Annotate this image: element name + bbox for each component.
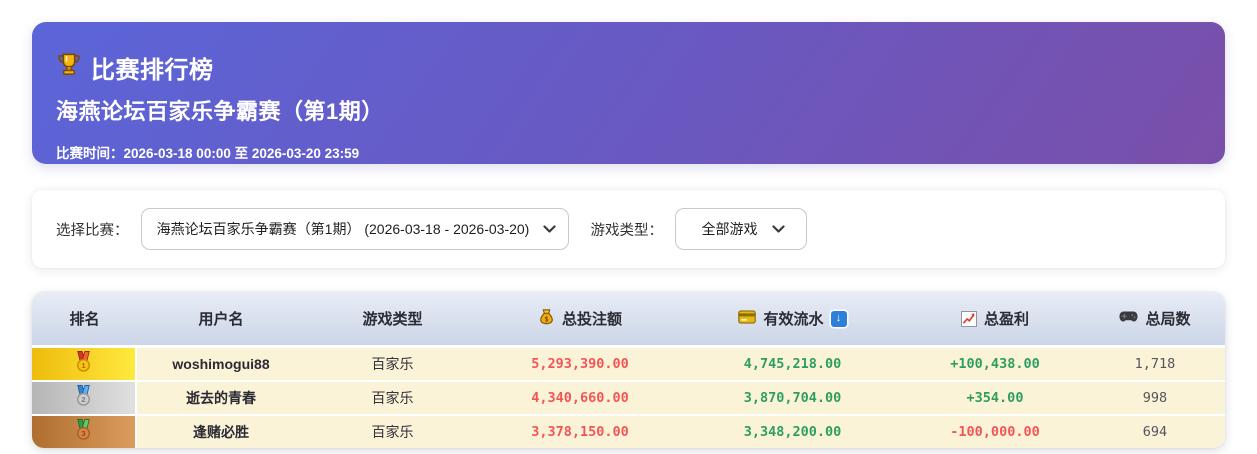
banner-title-row: 比赛排行榜 xyxy=(56,50,1197,85)
username-cell: 逝去的青春 xyxy=(137,382,305,414)
column-header-total-bet: $ 总投注额 xyxy=(480,308,680,329)
game-type-cell: 百家乐 xyxy=(305,382,480,414)
total-profit-cell: -100,000.00 xyxy=(905,416,1085,448)
table-row: 2 逝去的青春 百家乐 4,340,660.00 3,870,704.00 +3… xyxy=(32,382,1225,414)
column-header-total-rounds: 总局数 xyxy=(1085,308,1225,329)
rank-cell-1: 1 xyxy=(32,348,137,380)
silver-medal-icon: 2 xyxy=(72,384,95,412)
competition-select-label: 选择比赛： xyxy=(56,222,129,239)
competition-name: 海燕论坛百家乐争霸赛（第1期） xyxy=(56,99,384,124)
table-body: 1 woshimogui88 百家乐 5,293,390.00 4,745,21… xyxy=(32,345,1225,448)
total-profit-cell: +354.00 xyxy=(905,382,1085,414)
credit-card-icon xyxy=(738,309,757,328)
page-title: 比赛排行榜 xyxy=(91,57,214,84)
rank-cell-3: 3 xyxy=(32,416,137,448)
username-cell: woshimogui88 xyxy=(137,348,305,380)
username-cell: 逢赌必胜 xyxy=(137,416,305,448)
column-label: 用户名 xyxy=(198,311,244,328)
svg-text:3: 3 xyxy=(81,429,85,438)
svg-text:1: 1 xyxy=(81,361,86,370)
total-rounds-cell: 1,718 xyxy=(1085,348,1225,380)
competition-time: 比赛时间：2026-03-18 00:00 至 2026-03-20 23:59 xyxy=(56,142,1197,162)
column-header-game-type: 游戏类型 xyxy=(305,308,480,329)
trophy-icon xyxy=(56,51,82,84)
total-bet-cell: 5,293,390.00 xyxy=(480,348,680,380)
competition-select[interactable]: 海燕论坛百家乐争霸赛（第1期） (2026-03-18 - 2026-03-20… xyxy=(140,208,569,250)
column-label: 总盈利 xyxy=(983,311,1029,328)
table-header-row: 排名 用户名 游戏类型 $ 总投注额 有效流水 ↓ 总盈利 总局数 xyxy=(32,292,1225,345)
gold-medal-icon: 1 xyxy=(72,350,95,378)
competition-select-value: 海燕论坛百家乐争霸赛（第1期） (2026-03-18 - 2026-03-20… xyxy=(156,221,530,237)
table-row: 1 woshimogui88 百家乐 5,293,390.00 4,745,21… xyxy=(32,348,1225,380)
valid-turnover-cell: 4,745,218.00 xyxy=(680,348,905,380)
competition-banner: 比赛排行榜 海燕论坛百家乐争霸赛（第1期） 比赛时间：2026-03-18 00… xyxy=(32,22,1225,164)
total-bet-cell: 4,340,660.00 xyxy=(480,382,680,414)
game-type-select-label: 游戏类型： xyxy=(590,222,664,239)
total-bet-cell: 3,378,150.00 xyxy=(480,416,680,448)
svg-text:$: $ xyxy=(544,315,548,324)
sort-descending-icon[interactable]: ↓ xyxy=(830,310,847,327)
money-bag-icon: $ xyxy=(538,308,555,329)
svg-text:2: 2 xyxy=(81,395,85,404)
filter-bar: 选择比赛： 海燕论坛百家乐争霸赛（第1期） (2026-03-18 - 2026… xyxy=(32,190,1225,268)
table-row: 3 逢赌必胜 百家乐 3,378,150.00 3,348,200.00 -10… xyxy=(32,416,1225,448)
valid-turnover-cell: 3,870,704.00 xyxy=(680,382,905,414)
column-label: 有效流水 xyxy=(763,311,824,328)
chart-up-icon xyxy=(960,310,977,327)
column-label: 总局数 xyxy=(1145,311,1191,328)
rank-cell-2: 2 xyxy=(32,382,137,414)
total-profit-cell: +100,438.00 xyxy=(905,348,1085,380)
column-header-total-profit: 总盈利 xyxy=(905,308,1085,329)
leaderboard-page: 比赛排行榜 海燕论坛百家乐争霸赛（第1期） 比赛时间：2026-03-18 00… xyxy=(0,0,1257,454)
competition-time-label: 比赛时间： xyxy=(56,146,124,161)
column-label: 排名 xyxy=(69,311,100,328)
column-header-rank: 排名 xyxy=(32,308,137,329)
total-rounds-cell: 694 xyxy=(1085,416,1225,448)
game-controller-icon xyxy=(1119,310,1139,327)
game-type-cell: 百家乐 xyxy=(305,416,480,448)
chevron-down-icon xyxy=(543,225,556,233)
column-label: 游戏类型 xyxy=(362,311,423,328)
game-type-select-value: 全部游戏 xyxy=(701,221,758,237)
column-label: 总投注额 xyxy=(561,311,622,328)
column-header-valid-turnover: 有效流水 ↓ xyxy=(680,308,905,329)
valid-turnover-cell: 3,348,200.00 xyxy=(680,416,905,448)
chevron-down-icon xyxy=(771,225,785,233)
game-type-cell: 百家乐 xyxy=(305,348,480,380)
column-header-username: 用户名 xyxy=(137,308,305,329)
competition-time-value: 2026-03-18 00:00 至 2026-03-20 23:59 xyxy=(123,146,360,161)
leaderboard-table: 排名 用户名 游戏类型 $ 总投注额 有效流水 ↓ 总盈利 总局数 1 wosh… xyxy=(32,292,1225,448)
bronze-medal-icon: 3 xyxy=(72,418,95,446)
game-type-select[interactable]: 全部游戏 xyxy=(675,208,807,250)
total-rounds-cell: 998 xyxy=(1085,382,1225,414)
